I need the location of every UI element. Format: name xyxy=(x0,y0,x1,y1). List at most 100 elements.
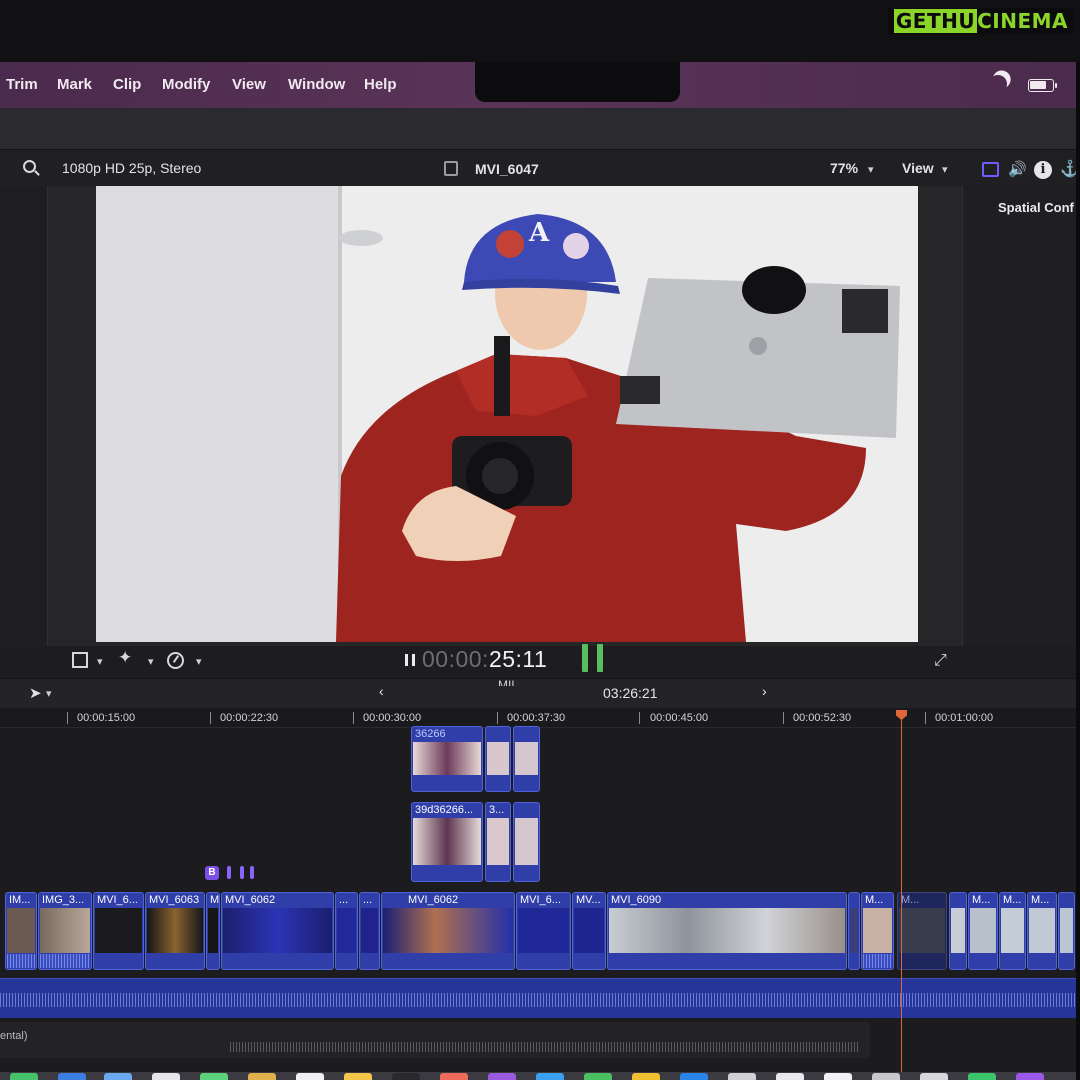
menu-mark[interactable]: Mark xyxy=(57,76,92,93)
primary-clip[interactable] xyxy=(949,892,967,970)
view-menu[interactable]: View xyxy=(902,160,934,176)
transform-tool-icon[interactable] xyxy=(72,652,88,668)
dock-app-icon[interactable] xyxy=(680,1073,708,1080)
primary-clip[interactable]: M... xyxy=(968,892,998,970)
dock-app-icon[interactable] xyxy=(392,1073,420,1080)
marker-b-badge[interactable]: B xyxy=(205,866,219,880)
dock-app-icon[interactable] xyxy=(776,1073,804,1080)
dock-app-icon[interactable] xyxy=(344,1073,372,1080)
timeline-marker[interactable] xyxy=(240,866,244,879)
camera-notch xyxy=(475,62,680,102)
timeline-marker[interactable] xyxy=(250,866,254,879)
dock-app-icon[interactable] xyxy=(824,1073,852,1080)
dock-app-icon[interactable] xyxy=(872,1073,900,1080)
retime-speed-icon[interactable] xyxy=(167,652,184,669)
dock-app-icon[interactable] xyxy=(536,1073,564,1080)
dock-app-icon[interactable] xyxy=(152,1073,180,1080)
watermark-logo: GETHU CINEMA xyxy=(887,8,1074,34)
ruler-label-15: 00:00:15:00 xyxy=(77,712,136,724)
dock-app-icon[interactable] xyxy=(10,1073,38,1080)
video-inspector-icon[interactable] xyxy=(982,162,999,177)
connected-clip[interactable] xyxy=(513,726,540,792)
transform-chevron-down-icon[interactable]: ▾ xyxy=(97,655,103,668)
primary-clip[interactable]: M... xyxy=(861,892,894,970)
primary-clip[interactable]: MVI_6063 xyxy=(145,892,205,970)
zoom-level[interactable]: 77% xyxy=(830,160,858,176)
do-not-disturb-moon-icon[interactable] xyxy=(986,72,1009,95)
dock-app-icon[interactable] xyxy=(440,1073,468,1080)
primary-clip[interactable]: IM... xyxy=(5,892,37,970)
playhead-timecode[interactable]: 00:00:25:11 xyxy=(422,646,547,673)
ruler-tick xyxy=(639,712,640,724)
ruler-tick xyxy=(67,712,68,724)
battery-icon[interactable] xyxy=(1028,79,1057,92)
primary-clip[interactable]: IMG_3... xyxy=(38,892,92,970)
secondary-audio-lane[interactable] xyxy=(0,1022,870,1058)
clip-thumbnail xyxy=(337,908,356,953)
app-screen: Trim Mark Clip Modify View Window Help 1… xyxy=(0,62,1076,1080)
clip-thumbnail xyxy=(863,908,892,953)
primary-clip[interactable] xyxy=(848,892,860,970)
retime-chevron-down-icon[interactable]: ▾ xyxy=(196,655,202,668)
dock-app-icon[interactable] xyxy=(584,1073,612,1080)
primary-clip[interactable]: MVI_6090 xyxy=(607,892,847,970)
menu-window[interactable]: Window xyxy=(288,76,345,93)
dock-app-icon[interactable] xyxy=(296,1073,324,1080)
primary-clip[interactable]: MV... xyxy=(572,892,606,970)
dock-app-icon[interactable] xyxy=(968,1073,996,1080)
dock-app-icon[interactable] xyxy=(200,1073,228,1080)
dock-app-icon[interactable] xyxy=(104,1073,132,1080)
primary-clip[interactable]: ... xyxy=(335,892,358,970)
info-inspector-icon[interactable]: i xyxy=(1034,161,1052,179)
ruler-tick xyxy=(353,712,354,724)
menu-view[interactable]: View xyxy=(232,76,266,93)
tool-chevron-down-icon[interactable]: ▾ xyxy=(46,687,52,700)
connected-clip[interactable]: 3... xyxy=(485,802,511,882)
primary-clip[interactable]: M... xyxy=(999,892,1026,970)
clip-thumbnail xyxy=(7,908,35,953)
ruler-tick xyxy=(497,712,498,724)
primary-clip[interactable] xyxy=(1058,892,1075,970)
music-audio-lane[interactable] xyxy=(0,978,1076,1018)
menu-help[interactable]: Help xyxy=(364,76,397,93)
connected-clip[interactable] xyxy=(485,726,511,792)
dock-app-icon[interactable] xyxy=(632,1073,660,1080)
primary-clip[interactable]: M... xyxy=(897,892,947,970)
pause-button[interactable] xyxy=(405,654,415,666)
video-frame[interactable]: A xyxy=(96,186,918,642)
timeline-marker[interactable] xyxy=(227,866,231,879)
primary-clip[interactable]: M... xyxy=(1027,892,1057,970)
menu-clip[interactable]: Clip xyxy=(113,76,141,93)
dock-app-icon[interactable] xyxy=(248,1073,276,1080)
connected-clip[interactable] xyxy=(513,802,540,882)
playhead-line[interactable] xyxy=(901,712,902,1080)
dock-app-icon[interactable] xyxy=(920,1073,948,1080)
enhance-magic-wand-icon[interactable]: ✦ xyxy=(118,648,132,668)
connected-clip[interactable]: 36266 xyxy=(411,726,483,792)
menu-trim[interactable]: Trim xyxy=(6,76,38,93)
view-chevron-down-icon[interactable]: ▾ xyxy=(942,163,948,176)
clip-thumbnail xyxy=(850,908,858,953)
primary-clip[interactable]: MVI_6... xyxy=(516,892,571,970)
clip-thumbnail xyxy=(487,818,509,865)
primary-clip[interactable]: ... xyxy=(359,892,380,970)
primary-clip[interactable]: M xyxy=(206,892,220,970)
dock-app-icon[interactable] xyxy=(728,1073,756,1080)
zoom-chevron-down-icon[interactable]: ▾ xyxy=(868,163,874,176)
dock-app-icon[interactable] xyxy=(488,1073,516,1080)
primary-clip[interactable]: MVI_6062 xyxy=(221,892,334,970)
fullscreen-icon[interactable]: ⤢ xyxy=(934,652,947,670)
connected-clip[interactable]: 39d36266... xyxy=(411,802,483,882)
previous-project-chevron-left-icon[interactable]: ‹ xyxy=(379,683,384,699)
enhance-chevron-down-icon[interactable]: ▾ xyxy=(148,655,154,668)
primary-clip[interactable]: MVI_6062 xyxy=(381,892,515,970)
next-project-chevron-right-icon[interactable]: › xyxy=(762,683,767,699)
search-icon[interactable] xyxy=(23,160,36,173)
menu-modify[interactable]: Modify xyxy=(162,76,210,93)
primary-clip[interactable]: MVI_6... xyxy=(93,892,144,970)
share-inspector-icon[interactable]: ⚓ xyxy=(1060,159,1076,179)
audio-inspector-icon[interactable]: 🔊 xyxy=(1008,160,1027,178)
dock-app-icon[interactable] xyxy=(1016,1073,1044,1080)
dock-app-icon[interactable] xyxy=(58,1073,86,1080)
select-tool-arrow-icon[interactable]: ➤ xyxy=(29,684,42,702)
